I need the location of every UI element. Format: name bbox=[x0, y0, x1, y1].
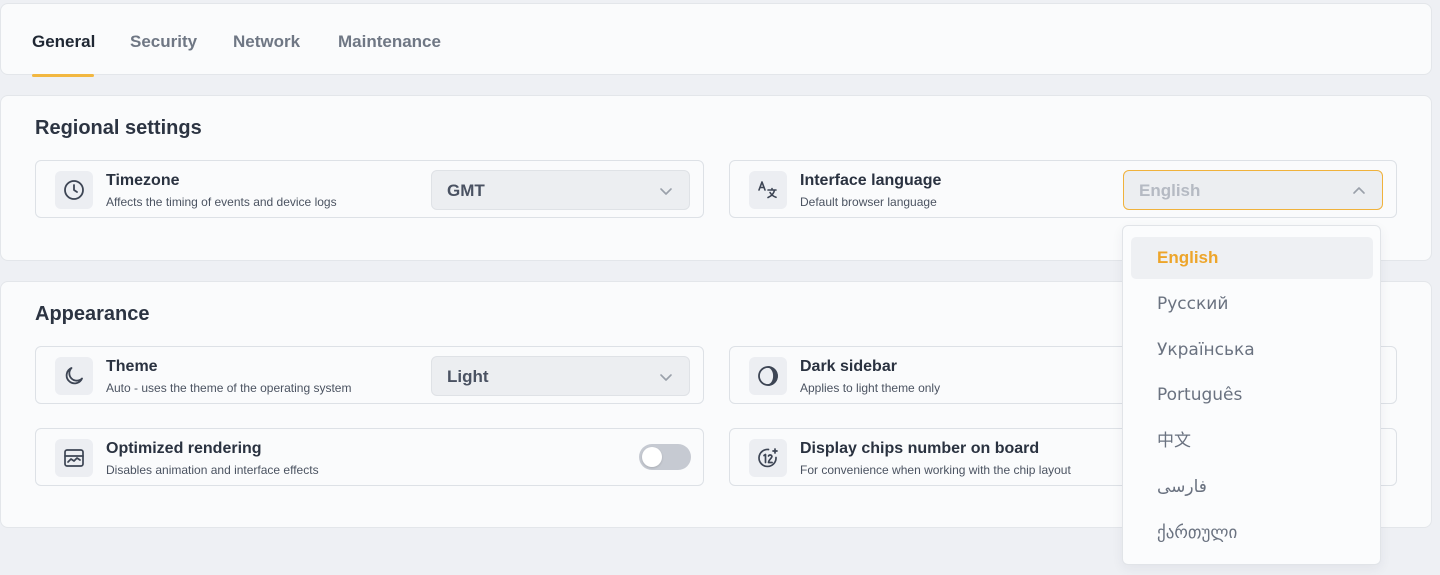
optimized-rendering-title: Optimized rendering bbox=[106, 440, 262, 457]
language-dropdown-menu: English Русский Українська Português 中文 … bbox=[1122, 225, 1381, 565]
dark-sidebar-title: Dark sidebar bbox=[800, 358, 897, 375]
language-option-chinese[interactable]: 中文 bbox=[1131, 420, 1373, 462]
tab-bar: General Security Network Maintenance bbox=[0, 3, 1432, 77]
language-option-georgian[interactable]: ქართული bbox=[1131, 512, 1373, 554]
theme-row: Theme Auto - uses the theme of the opera… bbox=[35, 346, 704, 404]
chevron-down-icon bbox=[660, 374, 672, 381]
tab-general[interactable]: General bbox=[32, 32, 95, 52]
interface-language-select-value: English bbox=[1139, 181, 1201, 200]
section-title: Appearance bbox=[35, 303, 150, 325]
timezone-title: Timezone bbox=[106, 172, 180, 189]
language-option-persian[interactable]: فارسی bbox=[1131, 466, 1373, 508]
moon-icon bbox=[55, 357, 93, 395]
clock-icon bbox=[55, 171, 93, 209]
dark-sidebar-description: Applies to light theme only bbox=[800, 381, 941, 395]
optimized-rendering-row: Optimized rendering Disables animation a… bbox=[35, 428, 704, 486]
tab-network[interactable]: Network bbox=[233, 32, 300, 52]
optimized-rendering-description: Disables animation and interface effects bbox=[106, 463, 319, 477]
language-option-russian[interactable]: Русский bbox=[1131, 283, 1373, 325]
tab-security[interactable]: Security bbox=[130, 32, 197, 52]
interface-language-description: Default browser language bbox=[800, 195, 937, 209]
tab-maintenance[interactable]: Maintenance bbox=[338, 32, 441, 52]
number-12-icon bbox=[749, 439, 787, 477]
chevron-up-icon bbox=[1353, 187, 1365, 194]
chart-icon bbox=[55, 439, 93, 477]
chips-number-description: For convenience when working with the ch… bbox=[800, 463, 1071, 477]
language-option-portuguese[interactable]: Português bbox=[1131, 374, 1373, 416]
theme-title: Theme bbox=[106, 358, 158, 375]
theme-description: Auto - uses the theme of the operating s… bbox=[106, 381, 352, 395]
timezone-select-value: GMT bbox=[447, 181, 485, 200]
half-circle-icon bbox=[749, 357, 787, 395]
timezone-select[interactable]: GMT bbox=[431, 170, 690, 210]
translate-icon bbox=[749, 171, 787, 209]
language-option-english[interactable]: English bbox=[1131, 237, 1373, 279]
section-title: Regional settings bbox=[35, 117, 202, 139]
active-tab-indicator bbox=[32, 74, 94, 77]
language-option-ukrainian[interactable]: Українська bbox=[1131, 329, 1373, 371]
optimized-rendering-toggle[interactable] bbox=[639, 444, 691, 470]
theme-select-value: Light bbox=[447, 367, 489, 386]
theme-select[interactable]: Light bbox=[431, 356, 690, 396]
timezone-description: Affects the timing of events and device … bbox=[106, 195, 337, 209]
timezone-row: Timezone Affects the timing of events an… bbox=[35, 160, 704, 218]
interface-language-title: Interface language bbox=[800, 172, 942, 189]
interface-language-select[interactable]: English bbox=[1123, 170, 1383, 210]
chevron-down-icon bbox=[660, 188, 672, 195]
interface-language-row: Interface language Default browser langu… bbox=[729, 160, 1397, 218]
chips-number-title: Display chips number on board bbox=[800, 440, 1040, 457]
toggle-knob bbox=[642, 447, 662, 467]
